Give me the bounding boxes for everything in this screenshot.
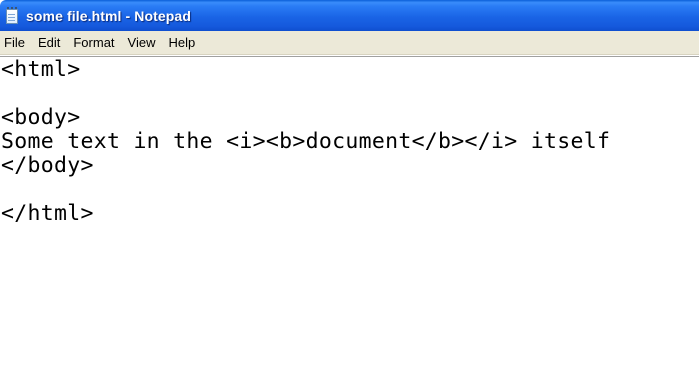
menu-edit[interactable]: Edit <box>34 33 64 52</box>
editor-line-1: <html> <box>1 57 81 82</box>
menu-format[interactable]: Format <box>69 33 118 52</box>
menu-bar: File Edit Format View Help <box>0 31 699 55</box>
editor-line-4: Some text in the <i><b>document</b></i> … <box>1 129 611 154</box>
menu-help[interactable]: Help <box>164 33 199 52</box>
editor-line-7: </html> <box>1 201 94 226</box>
menu-view[interactable]: View <box>124 33 160 52</box>
editor-line-5: </body> <box>1 153 94 178</box>
menu-file[interactable]: File <box>0 33 29 52</box>
notepad-icon[interactable] <box>4 7 20 25</box>
window-title: some file.html - Notepad <box>26 7 191 24</box>
editor-line-3: <body> <box>1 105 81 130</box>
notepad-window: some file.html - Notepad File Edit Forma… <box>0 0 699 365</box>
text-editor[interactable]: <html> <body> Some text in the <i><b>doc… <box>0 56 699 365</box>
title-bar[interactable]: some file.html - Notepad <box>0 0 699 31</box>
